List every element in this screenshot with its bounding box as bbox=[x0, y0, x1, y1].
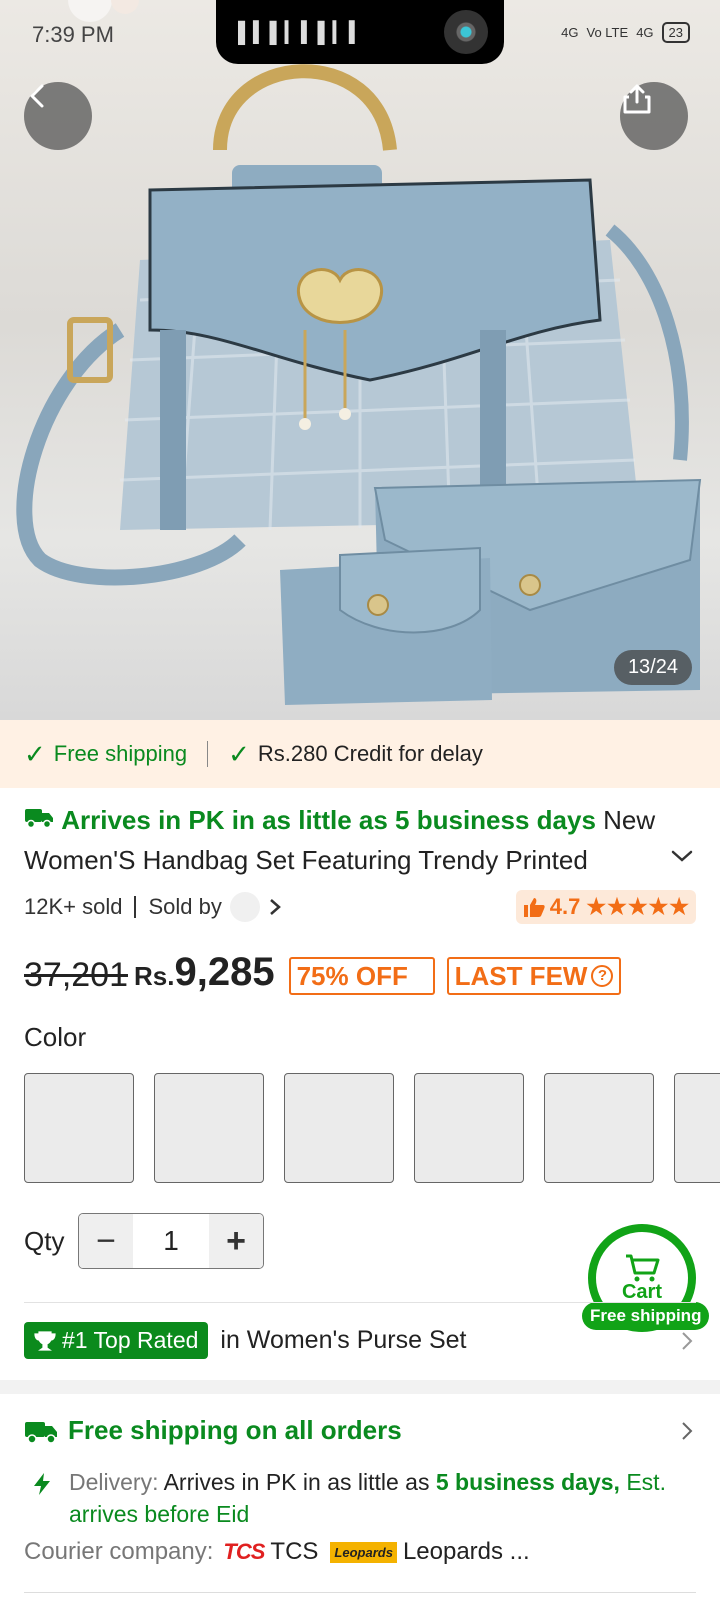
chevron-right-icon[interactable] bbox=[680, 1420, 694, 1442]
share-icon bbox=[623, 84, 651, 114]
free-shipping-all-orders[interactable]: Free shipping on all orders bbox=[24, 1415, 402, 1446]
courier-tcs: TCS bbox=[270, 1538, 319, 1565]
thumbs-up-icon bbox=[523, 898, 545, 917]
current-price: 9,285 bbox=[174, 950, 275, 994]
courier-label: Courier company: bbox=[24, 1538, 214, 1565]
color-swatch[interactable] bbox=[414, 1073, 524, 1183]
color-swatch[interactable] bbox=[674, 1073, 720, 1183]
color-swatches bbox=[24, 1073, 720, 1185]
original-price: 37,201 bbox=[24, 956, 128, 994]
sold-by-label[interactable]: Sold by bbox=[148, 894, 221, 920]
status-time: 7:39 PM bbox=[32, 22, 114, 47]
color-swatch[interactable] bbox=[544, 1073, 654, 1183]
delivery-days: 5 business days, bbox=[435, 1469, 620, 1495]
decrease-qty-button[interactable]: − bbox=[79, 1214, 133, 1268]
courier-leopards: Leopards ... bbox=[402, 1538, 530, 1565]
battery-icon: 23 bbox=[661, 22, 690, 43]
check-icon: ✓ bbox=[228, 738, 250, 769]
product-title[interactable]: Arrives in PK in as little as 5 business… bbox=[24, 800, 704, 880]
sold-row: 12K+ sold Sold by bbox=[24, 892, 282, 922]
volte-indicator: Vo LTE bbox=[586, 25, 629, 40]
rating-stars: ★★★★★ bbox=[586, 894, 690, 919]
title-start: New bbox=[603, 805, 656, 835]
quantity-stepper: − 1 + bbox=[78, 1213, 264, 1269]
back-arrow-icon bbox=[30, 84, 44, 108]
stock-badge[interactable]: LAST FEW ? bbox=[446, 957, 622, 995]
cart-free-shipping-badge: Free shipping bbox=[582, 1302, 710, 1330]
tcs-logo: TCS bbox=[223, 1539, 265, 1564]
color-swatch[interactable] bbox=[284, 1073, 394, 1183]
sold-count: 12K+ sold bbox=[24, 894, 123, 919]
qty-label: Qty bbox=[24, 1226, 65, 1256]
title-line: Women'S Handbag Set Featuring Trendy Pri… bbox=[24, 845, 588, 875]
delay-credit-text: Rs.280 Credit for delay bbox=[257, 741, 483, 766]
divider bbox=[134, 896, 137, 918]
color-swatch[interactable] bbox=[24, 1073, 134, 1183]
truck-icon bbox=[25, 1421, 57, 1444]
divider bbox=[24, 1592, 696, 1593]
network-signal-1: 4G bbox=[561, 25, 579, 40]
free-shipping-text: Free shipping bbox=[53, 741, 188, 766]
chevron-right-icon[interactable] bbox=[680, 1330, 694, 1352]
cart-icon bbox=[626, 1254, 660, 1281]
lightning-icon bbox=[34, 1473, 50, 1495]
top-rated-row[interactable]: #1 Top Rated in Women's Purse Set bbox=[24, 1322, 467, 1359]
network-signal-2: 4G bbox=[636, 25, 654, 40]
status-indicators: 4G Vo LTE 4G 23 bbox=[561, 22, 690, 43]
rating-value: 4.7 bbox=[549, 894, 581, 919]
status-bar: 7:39 PM ▌▍▌▎▍▌▎▍ 4G Vo LTE 4G 23 bbox=[0, 0, 720, 70]
section-divider bbox=[0, 1380, 720, 1394]
arrival-estimate: Arrives in PK in as little as 5 business… bbox=[61, 805, 596, 835]
product-image[interactable]: 7:39 PM ▌▍▌▎▍▌▎▍ 4G Vo LTE 4G 23 13/24 bbox=[0, 0, 720, 720]
increase-qty-button[interactable]: + bbox=[209, 1214, 263, 1268]
discount-badge: 75% OFF bbox=[288, 957, 435, 995]
price-row: 37,201 Rs. 9,285 75% OFF LAST FEW ? bbox=[24, 950, 622, 995]
color-label: Color bbox=[24, 1022, 87, 1052]
shipping-banner[interactable]: ✓ Free shipping ✓ Rs.280 Credit for dela… bbox=[0, 720, 720, 788]
currency-label: Rs. bbox=[134, 961, 175, 991]
cart-label: Cart bbox=[621, 1280, 662, 1303]
courier-row: Courier company: TCS TCS Leopards Leopar… bbox=[24, 1538, 530, 1566]
handbag-illustration bbox=[16, 0, 702, 705]
delivery-truck-icon bbox=[24, 805, 61, 835]
music-disc-icon bbox=[444, 10, 488, 54]
free-shipping-title: Free shipping on all orders bbox=[68, 1415, 402, 1445]
image-counter: 13/24 bbox=[613, 650, 692, 685]
leopards-logo: Leopards bbox=[330, 1541, 397, 1563]
camera-notch: ▌▍▌▎▍▌▎▍ bbox=[216, 0, 504, 64]
delivery-label: Delivery: bbox=[69, 1469, 159, 1495]
delivery-text: Arrives in PK in as little as bbox=[163, 1469, 430, 1495]
share-button[interactable] bbox=[620, 82, 688, 150]
back-button[interactable] bbox=[24, 82, 92, 150]
divider bbox=[24, 1302, 696, 1303]
divider bbox=[207, 741, 209, 767]
chevron-right-icon[interactable] bbox=[268, 897, 282, 917]
audio-wave-icon: ▌▍▌▎▍▌▎▍ bbox=[238, 22, 366, 44]
delivery-info: Delivery: Arrives in PK in as little as … bbox=[24, 1466, 704, 1530]
quantity-value[interactable]: 1 bbox=[133, 1214, 209, 1268]
chevron-down-icon[interactable] bbox=[670, 848, 694, 864]
color-swatch[interactable] bbox=[154, 1073, 264, 1183]
seller-avatar[interactable] bbox=[229, 892, 260, 922]
check-icon: ✓ bbox=[24, 738, 46, 769]
top-rated-text: #1 Top Rated bbox=[62, 1327, 199, 1353]
rating-badge[interactable]: 4.7 ★★★★★ bbox=[515, 890, 696, 924]
top-rated-category: in Women's Purse Set bbox=[220, 1326, 467, 1354]
help-icon[interactable]: ? bbox=[591, 965, 614, 987]
top-rated-badge: #1 Top Rated bbox=[24, 1322, 209, 1359]
trophy-icon bbox=[34, 1330, 56, 1351]
stock-badge-label: LAST FEW bbox=[454, 960, 588, 991]
